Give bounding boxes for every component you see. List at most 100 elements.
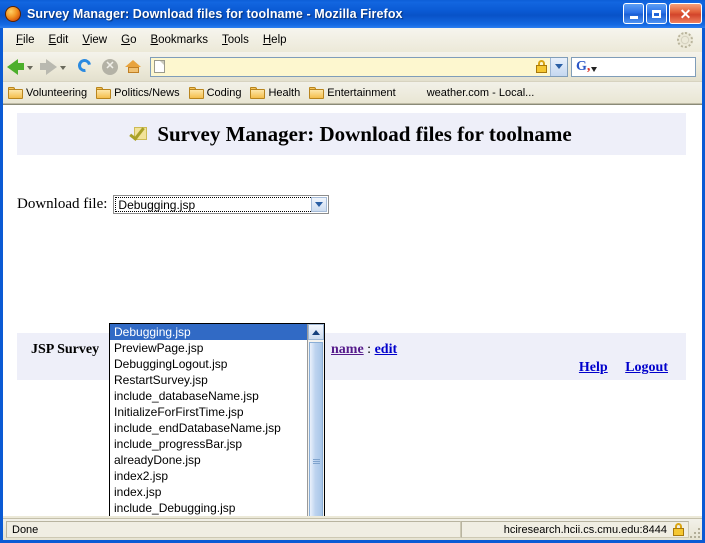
browser-window: Survey Manager: Download files for tooln… [0,0,705,543]
page-content: Survey Manager: Download files for tooln… [3,104,702,516]
dropdown-option[interactable]: alreadyDone.jsp [110,452,308,468]
maximize-icon [652,9,661,18]
forward-button[interactable] [40,58,71,75]
secure-lock-icon [673,523,684,536]
dropdown-scrollbar[interactable] [307,324,324,516]
folder-icon [250,86,266,99]
google-g-logo-icon: G, [576,58,591,74]
page-header-band: Survey Manager: Download files for tooln… [17,113,686,155]
bookmark-politics-news[interactable]: Politics/News [96,86,180,99]
menu-go[interactable]: Go [114,32,143,48]
dropdown-option[interactable]: include_progressBar.jsp [110,436,308,452]
scroll-up-button[interactable] [308,324,324,340]
menu-bookmarks[interactable]: Bookmarks [143,32,215,48]
folder-icon [96,86,112,99]
status-host: hciresearch.hcii.cs.cmu.edu:8444 [503,523,667,536]
logout-link[interactable]: Logout [625,360,668,375]
close-button[interactable]: ✕ [669,3,702,24]
bookmark-volunteering[interactable]: Volunteering [8,86,88,99]
select-dropdown-button[interactable] [311,197,328,212]
dropdown-option[interactable]: index.jsp [110,484,308,500]
minimize-button[interactable] [623,3,644,24]
menu-edit[interactable]: Edit [42,32,76,48]
status-text: Done [12,523,39,536]
page-title: Survey Manager: Download files for tooln… [157,121,572,146]
minimize-icon [629,15,638,19]
forward-history-caret-icon[interactable] [60,66,66,70]
bookmark-coding[interactable]: Coding [188,86,242,99]
reload-icon[interactable] [77,58,94,75]
bookmark-entertainment[interactable]: Entertainment [309,86,396,99]
panel-links: Help Logout [565,360,668,376]
back-button[interactable] [7,58,38,75]
chevron-down-icon [555,64,563,69]
breadcrumb: name : edit [331,342,397,358]
dropdown-options[interactable]: Debugging.jsp PreviewPage.jsp DebuggingLog… [110,324,308,516]
dropdown-option[interactable]: include_endDatabaseName.jsp [110,420,308,436]
secure-lock-icon [536,60,547,73]
bookmark-label: Politics/News [114,86,180,99]
dropdown-option[interactable]: PreviewPage.jsp [110,340,308,356]
security-status-area[interactable]: hciresearch.hcii.cs.cmu.edu:8444 [461,521,689,538]
breadcrumb-edit-link[interactable]: edit [375,342,398,357]
url-dropdown-button[interactable] [550,57,567,76]
bookmark-label: Coding [206,86,242,99]
download-file-label: Download file: [17,196,108,212]
bookmark-weather[interactable]: weather.com - Local... [427,87,535,99]
resize-grip[interactable] [688,526,700,538]
search-engine-caret-icon[interactable] [591,67,598,72]
close-icon: ✕ [679,5,692,22]
dropdown-option[interactable]: InitializeForFirstTime.jsp [110,404,308,420]
back-history-caret-icon[interactable] [27,66,33,70]
back-arrow-icon [7,58,18,75]
forward-arrow-icon [46,58,57,75]
help-link[interactable]: Help [579,360,608,375]
app-name-label: JSP Survey [31,342,100,357]
download-file-select-value: Debugging.jsp [118,197,196,212]
url-bar[interactable] [150,56,568,77]
chevron-up-icon [312,329,320,335]
menu-file[interactable]: File [9,32,42,48]
breadcrumb-tool-link[interactable]: name [331,342,364,357]
dropdown-option[interactable]: include_Debugging.jsp [110,500,308,516]
bookmark-label: Volunteering [26,86,88,99]
menu-help[interactable]: Help [256,32,294,48]
checkmark-icon [131,124,151,144]
stop-icon[interactable]: ✕ [102,58,118,75]
window-controls: ✕ [623,3,702,24]
folder-icon [188,86,204,99]
dropdown-option[interactable]: include_databaseName.jsp [110,388,308,404]
download-file-row: Download file: Debugging.jsp [17,195,330,214]
bookmark-label: Health [268,86,301,99]
menu-view[interactable]: View [75,32,114,48]
search-input[interactable]: G, [571,56,696,77]
scrollbar-thumb[interactable] [309,342,323,516]
dropdown-option[interactable]: DebuggingLogout.jsp [110,356,308,372]
navigation-toolbar: ✕ G, [3,52,702,82]
window-title: Survey Manager: Download files for tooln… [27,7,403,21]
page-favicon-icon [154,60,165,73]
grip-icon [312,458,320,465]
folder-icon [8,86,23,99]
menu-bar: File Edit View Go Bookmarks Tools Help [3,28,702,52]
browser-chrome: File Edit View Go Bookmarks Tools Help ✕… [3,28,702,540]
firefox-logo-icon [5,6,21,22]
bookmark-label: weather.com - Local... [426,86,535,99]
dropdown-option[interactable]: Debugging.jsp [110,324,308,340]
download-file-select[interactable]: Debugging.jsp [113,195,330,214]
dropdown-option[interactable]: RestartSurvey.jsp [110,372,308,388]
menu-tools[interactable]: Tools [215,32,256,48]
download-file-dropdown-list[interactable]: Debugging.jsp PreviewPage.jsp DebuggingLog… [109,323,325,516]
home-icon[interactable] [125,59,142,74]
chevron-down-icon [315,202,324,207]
maximize-button[interactable] [646,3,667,24]
breadcrumb-separator: : [367,342,372,357]
folder-icon [309,86,325,99]
bookmark-health[interactable]: Health [250,86,301,99]
title-bar: Survey Manager: Download files for tooln… [0,0,705,28]
status-bar: Done hciresearch.hcii.cs.cmu.edu:8444 [3,518,702,540]
bookmark-label: Entertainment [327,86,396,99]
dropdown-option[interactable]: index2.jsp [110,468,308,484]
status-message-area: Done [6,521,461,538]
throbber-icon [677,32,693,48]
